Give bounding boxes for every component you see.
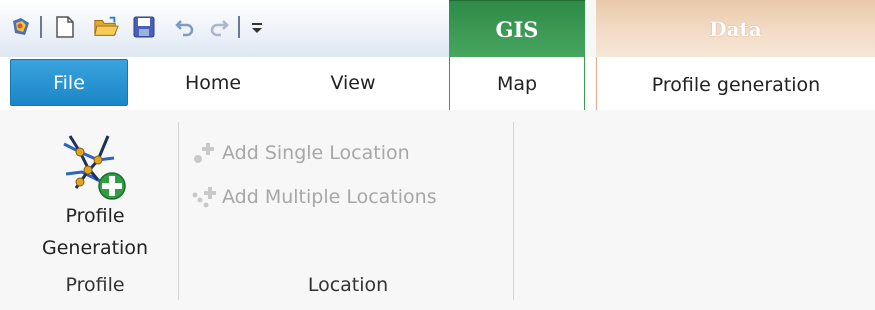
undo-icon[interactable] bbox=[172, 14, 198, 40]
add-multiple-locations-icon bbox=[188, 183, 222, 211]
group-separator bbox=[513, 122, 514, 300]
contextual-group-data: Data bbox=[596, 0, 875, 57]
add-multiple-locations-label: Add Multiple Locations bbox=[222, 186, 437, 208]
add-multiple-locations-button[interactable]: Add Multiple Locations bbox=[188, 182, 437, 212]
group-label-profile: Profile bbox=[65, 274, 125, 296]
add-single-location-button[interactable]: Add Single Location bbox=[188, 138, 410, 168]
add-single-location-label: Add Single Location bbox=[222, 142, 410, 164]
save-icon[interactable] bbox=[131, 14, 157, 40]
toolbar-separator bbox=[238, 16, 240, 38]
group-separator bbox=[178, 122, 179, 300]
redo-icon[interactable] bbox=[206, 14, 232, 40]
profile-generation-button[interactable]: Profile Generation bbox=[30, 130, 160, 270]
tab-home[interactable]: Home bbox=[158, 59, 268, 106]
tab-profile-generation[interactable]: Profile generation bbox=[596, 57, 875, 113]
customize-dropdown-icon[interactable] bbox=[244, 14, 270, 40]
app-icon[interactable] bbox=[8, 14, 34, 40]
quick-access-toolbar bbox=[0, 0, 449, 57]
tab-view[interactable]: View bbox=[298, 59, 408, 106]
profile-generation-icon bbox=[63, 135, 126, 200]
profile-generation-label-line2: Generation bbox=[42, 237, 148, 259]
contextual-group-gis: GIS bbox=[449, 0, 585, 58]
tab-map[interactable]: Map bbox=[449, 57, 585, 110]
tab-file[interactable]: File bbox=[10, 59, 128, 106]
open-folder-icon[interactable] bbox=[93, 14, 119, 40]
toolbar-separator bbox=[40, 16, 42, 38]
group-label-location: Location bbox=[307, 274, 389, 296]
profile-generation-label-line1: Profile bbox=[65, 205, 125, 227]
new-document-icon[interactable] bbox=[52, 14, 78, 40]
add-single-location-icon bbox=[188, 139, 222, 167]
